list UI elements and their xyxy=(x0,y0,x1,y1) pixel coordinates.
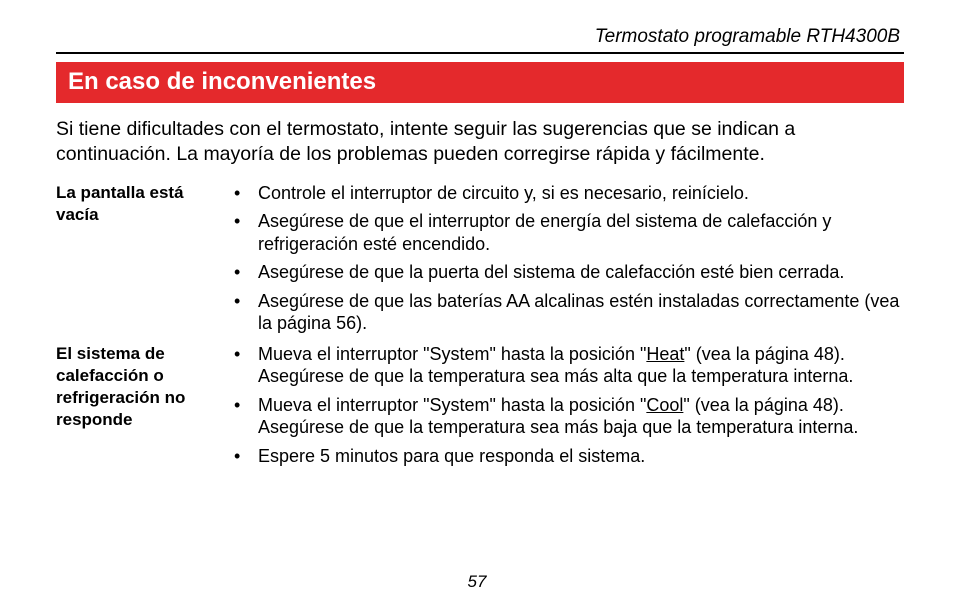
row-label: La pantalla está vacía xyxy=(56,182,226,341)
row-content: Controle el interruptor de circuito y, s… xyxy=(226,182,904,341)
underlined-term: Heat xyxy=(646,344,684,364)
list-item: Asegúrese de que la puerta del sistema d… xyxy=(226,261,904,284)
troubleshoot-row: El sistema de calefacción o refrigeració… xyxy=(56,343,904,474)
troubleshoot-row: La pantalla está vacía Controle el inter… xyxy=(56,182,904,341)
list-item: Controle el interruptor de circuito y, s… xyxy=(226,182,904,205)
section-banner: En caso de inconvenientes xyxy=(56,62,904,103)
list-item: Espere 5 minutos para que responda el si… xyxy=(226,445,904,468)
page-number: 57 xyxy=(0,572,954,592)
row-content: Mueva el interruptor "System" hasta la p… xyxy=(226,343,904,474)
list-item: Mueva el interruptor "System" hasta la p… xyxy=(226,343,904,388)
document-header: Termostato programable RTH4300B xyxy=(56,26,904,48)
header-rule xyxy=(56,52,904,54)
row-label: El sistema de calefacción o refrigeració… xyxy=(56,343,226,474)
list-item: Asegúrese de que el interruptor de energ… xyxy=(226,210,904,255)
list-item: Asegúrese de que las baterías AA alcalin… xyxy=(226,290,904,335)
list-item: Mueva el interruptor "System" hasta la p… xyxy=(226,394,904,439)
underlined-term: Cool xyxy=(646,395,683,415)
intro-paragraph: Si tiene dificultades con el termostato,… xyxy=(56,117,904,168)
